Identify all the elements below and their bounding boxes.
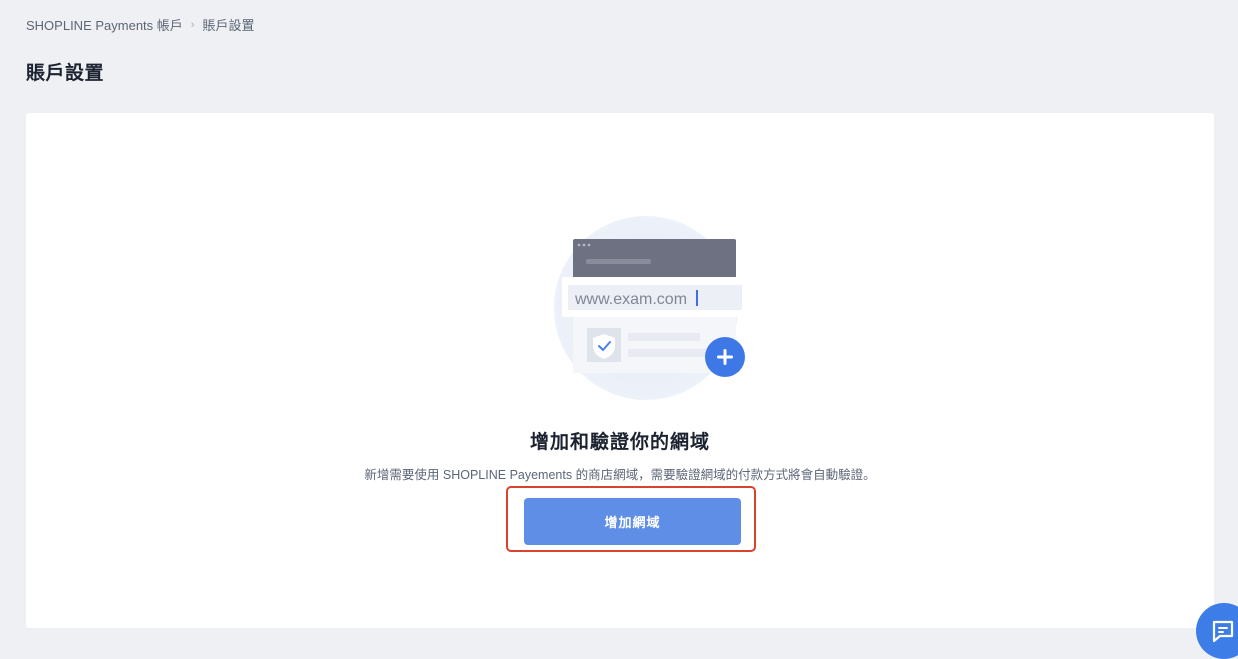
domain-illustration: www.exam.com: [554, 216, 746, 400]
url-bar: www.exam.com: [562, 277, 746, 317]
breadcrumb-item-current: 賬戶設置: [202, 18, 255, 33]
page-title: 賬戶設置: [26, 63, 105, 84]
url-text: www.exam.com: [574, 291, 687, 308]
add-domain-button[interactable]: 增加網域: [524, 498, 741, 545]
breadcrumb-separator: ›: [190, 18, 195, 31]
placeholder-line: [628, 349, 718, 357]
plus-icon: [705, 337, 745, 377]
placeholder-line: [628, 333, 700, 341]
empty-state-illustration: www.exam.com: [536, 213, 756, 413]
empty-state-title: 增加和驗證你的網域: [529, 432, 710, 453]
chat-button[interactable]: [1196, 603, 1238, 659]
empty-state-description: 新增需要使用 SHOPLINE Payements 的商店網域，需要驗證網域的付…: [364, 468, 876, 482]
breadcrumb: SHOPLINE Payments 帳戶 › 賬戶設置: [26, 15, 254, 34]
chat-icon: [1212, 620, 1234, 643]
shield-check-icon: [587, 328, 621, 362]
breadcrumb-item-account[interactable]: SHOPLINE Payments 帳戶: [26, 15, 183, 34]
content-card: www.exam.com 增加和驗證你的網域 新增需要使用 SHOPLINE P…: [26, 113, 1214, 628]
